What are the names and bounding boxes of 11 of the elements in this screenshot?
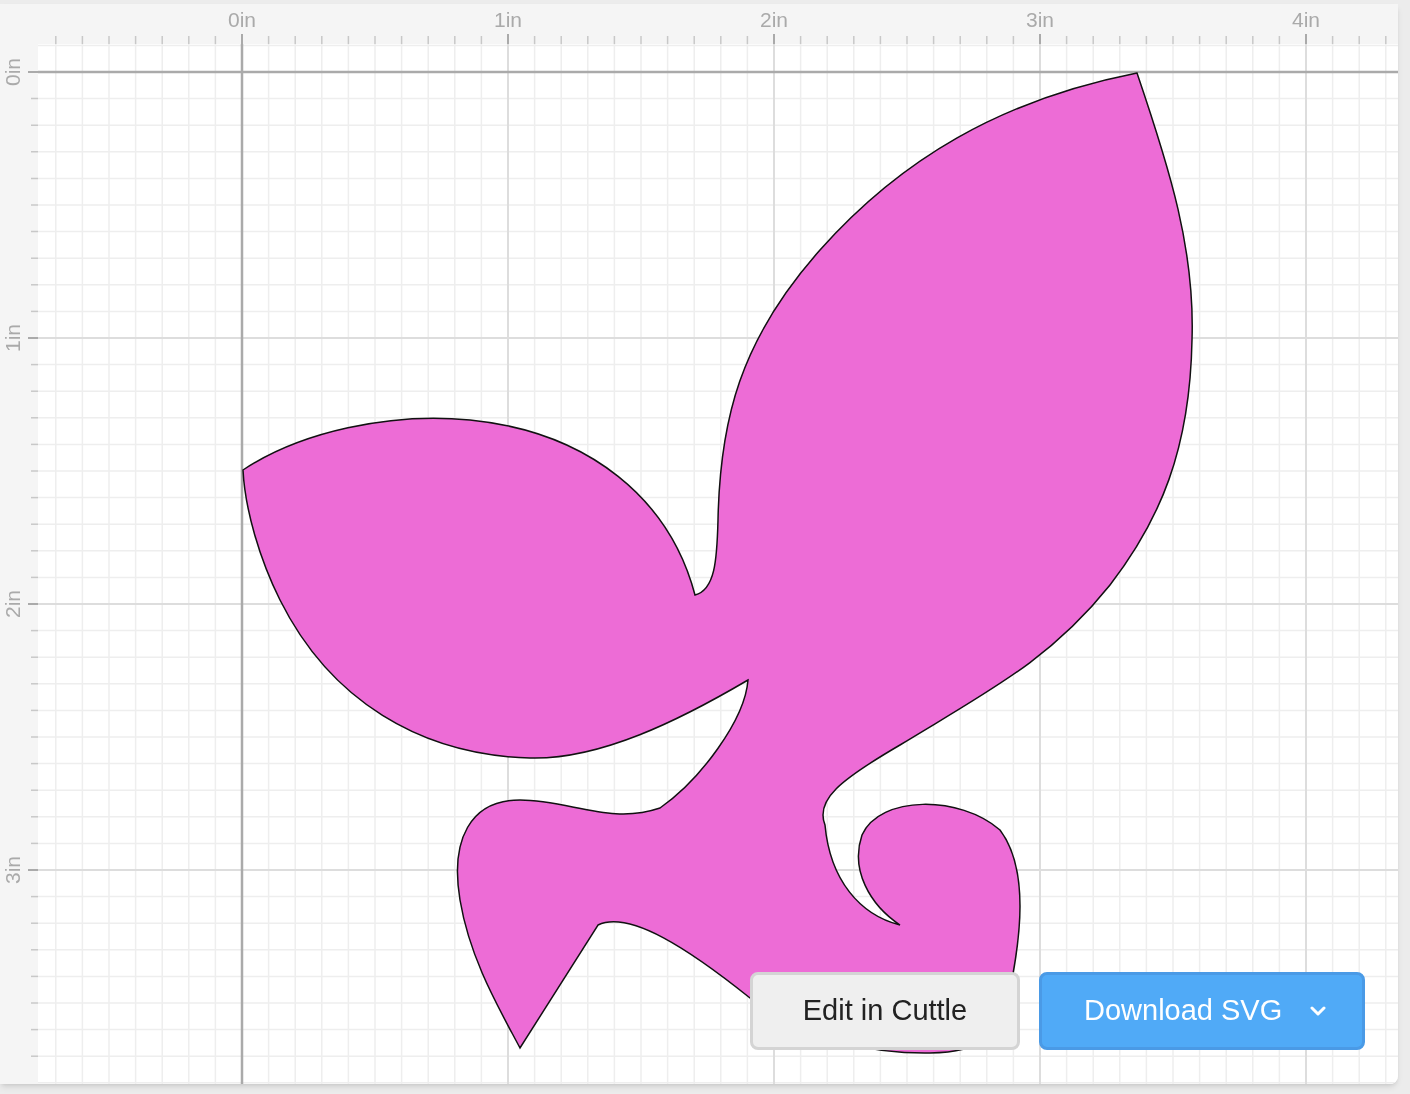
ruler-label: 2in — [1, 590, 24, 618]
ruler-label: 4in — [1292, 8, 1320, 31]
chevron-down-icon — [1310, 1006, 1327, 1016]
edit-button[interactable]: Edit in Cuttle — [750, 972, 1020, 1050]
ruler-label: 1in — [1, 324, 24, 352]
ruler-label: 2in — [760, 8, 788, 31]
ruler-label: 1in — [494, 8, 522, 31]
ruler-label: 3in — [1026, 8, 1054, 31]
ruler-label: 0in — [228, 8, 256, 31]
ruler-label: 0in — [1, 58, 24, 86]
ruler-label: 3in — [1, 856, 24, 884]
